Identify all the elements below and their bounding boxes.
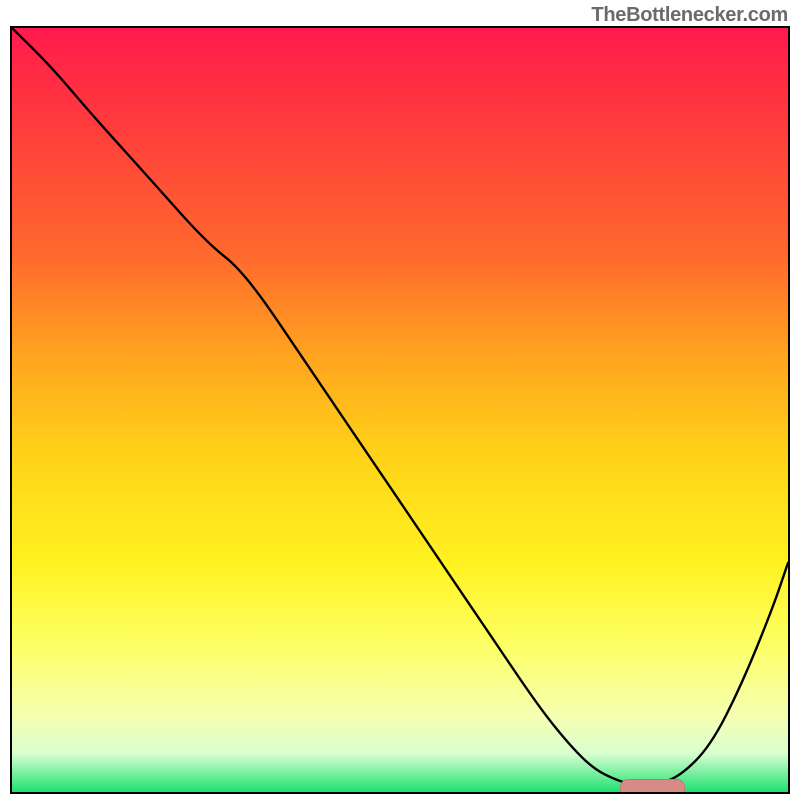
source-label: TheBottlenecker.com [591,4,788,27]
optimum-marker [620,779,684,794]
bottleneck-curve [12,28,788,792]
plot-frame [10,26,790,794]
chart-container: TheBottlenecker.com [0,0,800,800]
